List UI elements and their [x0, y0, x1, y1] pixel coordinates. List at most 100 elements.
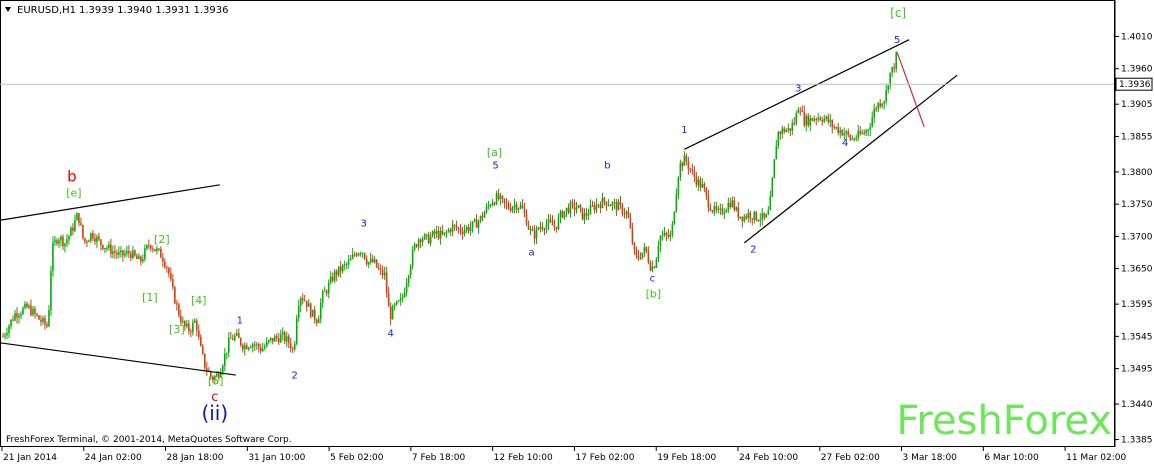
candle-body [519, 205, 522, 209]
candle-body [154, 249, 156, 252]
candle-body [467, 227, 470, 232]
candle-body [521, 205, 524, 209]
candle-body [531, 229, 534, 231]
candle-body [707, 195, 710, 208]
candle-body [52, 242, 54, 272]
candle-body [843, 133, 846, 136]
wave-label: [2] [154, 233, 170, 246]
candle-body [8, 325, 10, 334]
candle-body [425, 234, 428, 236]
candle-body [569, 202, 572, 213]
candle-body [158, 248, 160, 250]
candle-body [861, 132, 864, 134]
candle-body [54, 240, 56, 243]
wave-label: [c] [890, 6, 906, 20]
chart-header[interactable]: EURUSD,H1 1.3939 1.3940 1.3931 1.3936 [5, 5, 229, 16]
x-tick-label: 7 Feb 18:00 [412, 453, 466, 463]
candle-body [717, 208, 720, 210]
candle-body [749, 212, 752, 219]
candle-body [491, 202, 494, 206]
candle-body [471, 221, 474, 228]
candle-body [529, 229, 532, 231]
candle-body [152, 248, 154, 250]
candle-body [150, 245, 152, 249]
candle-body [379, 268, 382, 270]
candle-body [112, 251, 114, 254]
candle-body [339, 266, 342, 272]
candle-body [593, 205, 596, 211]
candle-body [423, 234, 426, 240]
candle-body [128, 250, 130, 254]
candle-body [22, 308, 24, 315]
candle-body [257, 344, 260, 348]
candle-body [739, 216, 742, 218]
candle-body [703, 184, 706, 189]
candle-body [777, 131, 780, 146]
candle-body [873, 108, 876, 118]
candle-body [775, 145, 778, 160]
candle-body [825, 116, 828, 119]
candle-body [765, 214, 768, 218]
candle-body [389, 306, 392, 320]
candle-body [503, 198, 506, 203]
candle-body [883, 101, 886, 104]
candle-body [68, 235, 70, 240]
candle-body [96, 236, 98, 242]
candle-body [667, 234, 670, 237]
candle-body [269, 337, 272, 341]
candle-body [533, 230, 536, 239]
candle-body [809, 118, 812, 126]
candle-body [629, 217, 632, 228]
candle-body [649, 262, 652, 271]
price-chart[interactable]: b[e][2][1] [4][3][5]c(ii)1234[a]5abc[b]12… [0, 0, 1154, 465]
candle-body [535, 228, 538, 239]
candle-body [665, 233, 668, 235]
candle-body [455, 225, 458, 229]
candle-body [239, 338, 242, 346]
current-price-label: 1.3936 [1119, 80, 1151, 90]
candle-body [126, 250, 128, 254]
candle-body [255, 344, 258, 346]
candle-body [871, 117, 874, 127]
candle-body [353, 254, 356, 256]
wave-label: [4] [191, 294, 207, 307]
candle-body [835, 127, 838, 129]
candle-body [387, 292, 390, 307]
candle-body [110, 244, 112, 254]
candle-body [38, 315, 40, 320]
candle-body [86, 241, 88, 243]
candle-body [277, 338, 280, 343]
candle-body [349, 258, 352, 261]
candle-body [837, 127, 840, 134]
candle-body [16, 313, 18, 318]
candle-body [202, 346, 204, 354]
candle-body [261, 348, 264, 352]
candle-body [591, 205, 594, 207]
candle-body [50, 271, 52, 311]
candle-body [647, 251, 650, 263]
candle-body [543, 229, 546, 231]
x-tick-label: 11 Mar 02:00 [1066, 453, 1126, 463]
candle-body [140, 256, 142, 262]
x-tick-label: 5 Feb 02:00 [330, 453, 384, 463]
candle-body [685, 155, 688, 162]
candle-body [365, 259, 368, 265]
candle-body [186, 323, 188, 327]
candle-body [795, 113, 798, 124]
candle-body [509, 208, 512, 211]
candle-body [483, 212, 486, 218]
candle-body [421, 239, 424, 242]
candle-body [655, 258, 658, 268]
wave-label: b [67, 168, 77, 186]
candle-body [561, 211, 564, 218]
candle-body [407, 275, 410, 284]
candle-body [28, 305, 30, 308]
candle-body [697, 179, 700, 185]
y-tick-label: 1.3960 [1121, 65, 1153, 75]
candle-body [327, 283, 330, 294]
candle-body [409, 266, 412, 276]
candle-body [659, 236, 662, 247]
candle-body [291, 348, 294, 350]
candle-body [204, 353, 206, 369]
candle-body [547, 219, 550, 225]
